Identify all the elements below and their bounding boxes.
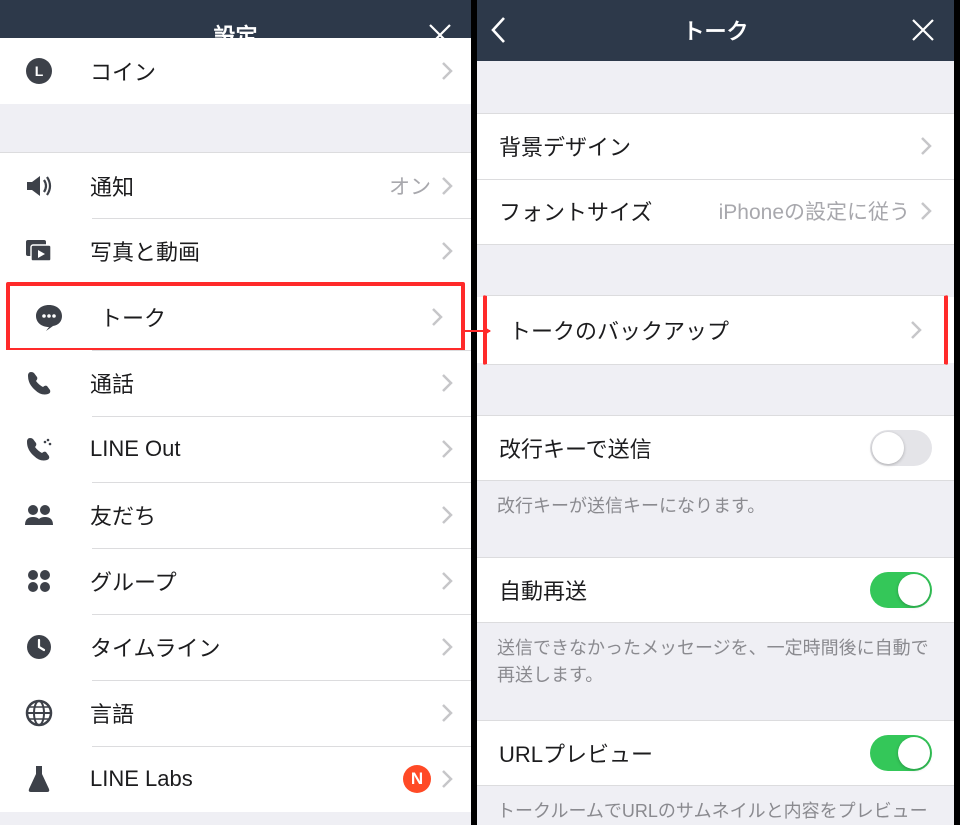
language-label: 言語 — [60, 697, 441, 729]
notifications-label: 通知 — [60, 170, 389, 202]
row-font-size[interactable]: フォントサイズ iPhoneの設定に従う — [477, 179, 954, 245]
close-icon[interactable] — [910, 17, 936, 43]
row-photos-videos[interactable]: 写真と動画 — [0, 218, 471, 284]
row-enter-send[interactable]: 改行キーで送信 — [477, 415, 954, 481]
row-auto-resend[interactable]: 自動再送 — [477, 557, 954, 623]
labs-label: LINE Labs — [60, 766, 403, 792]
coin-label: コイン — [60, 55, 441, 87]
chat-bubble-icon — [28, 303, 70, 331]
enter-send-toggle[interactable] — [870, 430, 932, 466]
back-icon[interactable] — [489, 15, 507, 45]
chevron-right-icon — [920, 201, 932, 221]
media-icon — [18, 238, 60, 264]
row-talk[interactable]: トーク — [6, 282, 465, 352]
row-timeline[interactable]: タイムライン — [0, 614, 471, 680]
url-preview-toggle[interactable] — [870, 735, 932, 771]
chevron-right-icon — [441, 241, 453, 261]
auto-resend-label: 自動再送 — [499, 574, 870, 606]
timeline-label: タイムライン — [60, 631, 441, 663]
globe-icon — [18, 699, 60, 727]
chevron-right-icon — [441, 571, 453, 591]
phone-out-icon — [18, 435, 60, 463]
font-value: iPhoneの設定に従う — [719, 196, 910, 226]
enter-send-label: 改行キーで送信 — [499, 432, 870, 464]
speaker-icon — [18, 173, 60, 199]
chevron-right-icon — [441, 505, 453, 525]
groups-icon — [18, 567, 60, 595]
svg-text:L: L — [35, 63, 44, 79]
chevron-right-icon — [441, 769, 453, 789]
friends-label: 友だち — [60, 499, 441, 531]
chevron-right-icon — [441, 61, 453, 81]
connector-arrow — [464, 330, 490, 332]
row-calls[interactable]: 通話 — [0, 350, 471, 416]
bg-label: 背景デザイン — [499, 130, 920, 162]
phone-icon — [18, 370, 60, 396]
talk-title: トーク — [682, 14, 748, 46]
notifications-value: オン — [389, 171, 431, 201]
photos-label: 写真と動画 — [60, 235, 441, 267]
url-preview-note: トークルームでURLのサムネイルと内容をプレビュー — [477, 786, 954, 825]
enter-send-note: 改行キーが送信キーになります。 — [477, 481, 954, 520]
talk-header: トーク — [477, 0, 954, 61]
row-lineout[interactable]: LINE Out — [0, 416, 471, 482]
row-notifications[interactable]: 通知 オン — [0, 152, 471, 218]
row-url-preview[interactable]: URLプレビュー — [477, 720, 954, 786]
flask-icon — [18, 764, 60, 794]
chevron-right-icon — [431, 307, 443, 327]
chevron-right-icon — [441, 439, 453, 459]
chevron-right-icon — [910, 320, 922, 340]
row-background-design[interactable]: 背景デザイン — [477, 113, 954, 179]
chevron-right-icon — [441, 703, 453, 723]
groups-label: グループ — [60, 565, 441, 597]
talk-settings-pane: トーク 背景デザイン フォントサイズ iPhoneの設定に従う トークのバックア… — [477, 0, 954, 825]
chevron-right-icon — [441, 373, 453, 393]
coin-icon: L — [18, 56, 60, 86]
row-groups[interactable]: グループ — [0, 548, 471, 614]
clock-icon — [18, 633, 60, 661]
talk-label: トーク — [70, 301, 431, 333]
chevron-right-icon — [441, 637, 453, 657]
row-language[interactable]: 言語 — [0, 680, 471, 746]
row-labs[interactable]: LINE Labs N — [0, 746, 471, 812]
auto-resend-toggle[interactable] — [870, 572, 932, 608]
friends-icon — [18, 503, 60, 527]
new-badge: N — [403, 765, 431, 793]
chevron-right-icon — [920, 136, 932, 156]
row-coin[interactable]: L コイン — [0, 38, 471, 104]
row-talk-backup[interactable]: トークのバックアップ — [483, 295, 948, 365]
font-label: フォントサイズ — [499, 195, 719, 227]
lineout-label: LINE Out — [60, 436, 441, 462]
settings-pane: 設定 L コイン 通知 オン — [0, 0, 477, 825]
backup-label: トークのバックアップ — [509, 314, 910, 346]
url-preview-label: URLプレビュー — [499, 737, 870, 769]
auto-resend-note: 送信できなかったメッセージを、一定時間後に自動で再送します。 — [477, 623, 954, 689]
calls-label: 通話 — [60, 367, 441, 399]
chevron-right-icon — [441, 176, 453, 196]
row-friends[interactable]: 友だち — [0, 482, 471, 548]
